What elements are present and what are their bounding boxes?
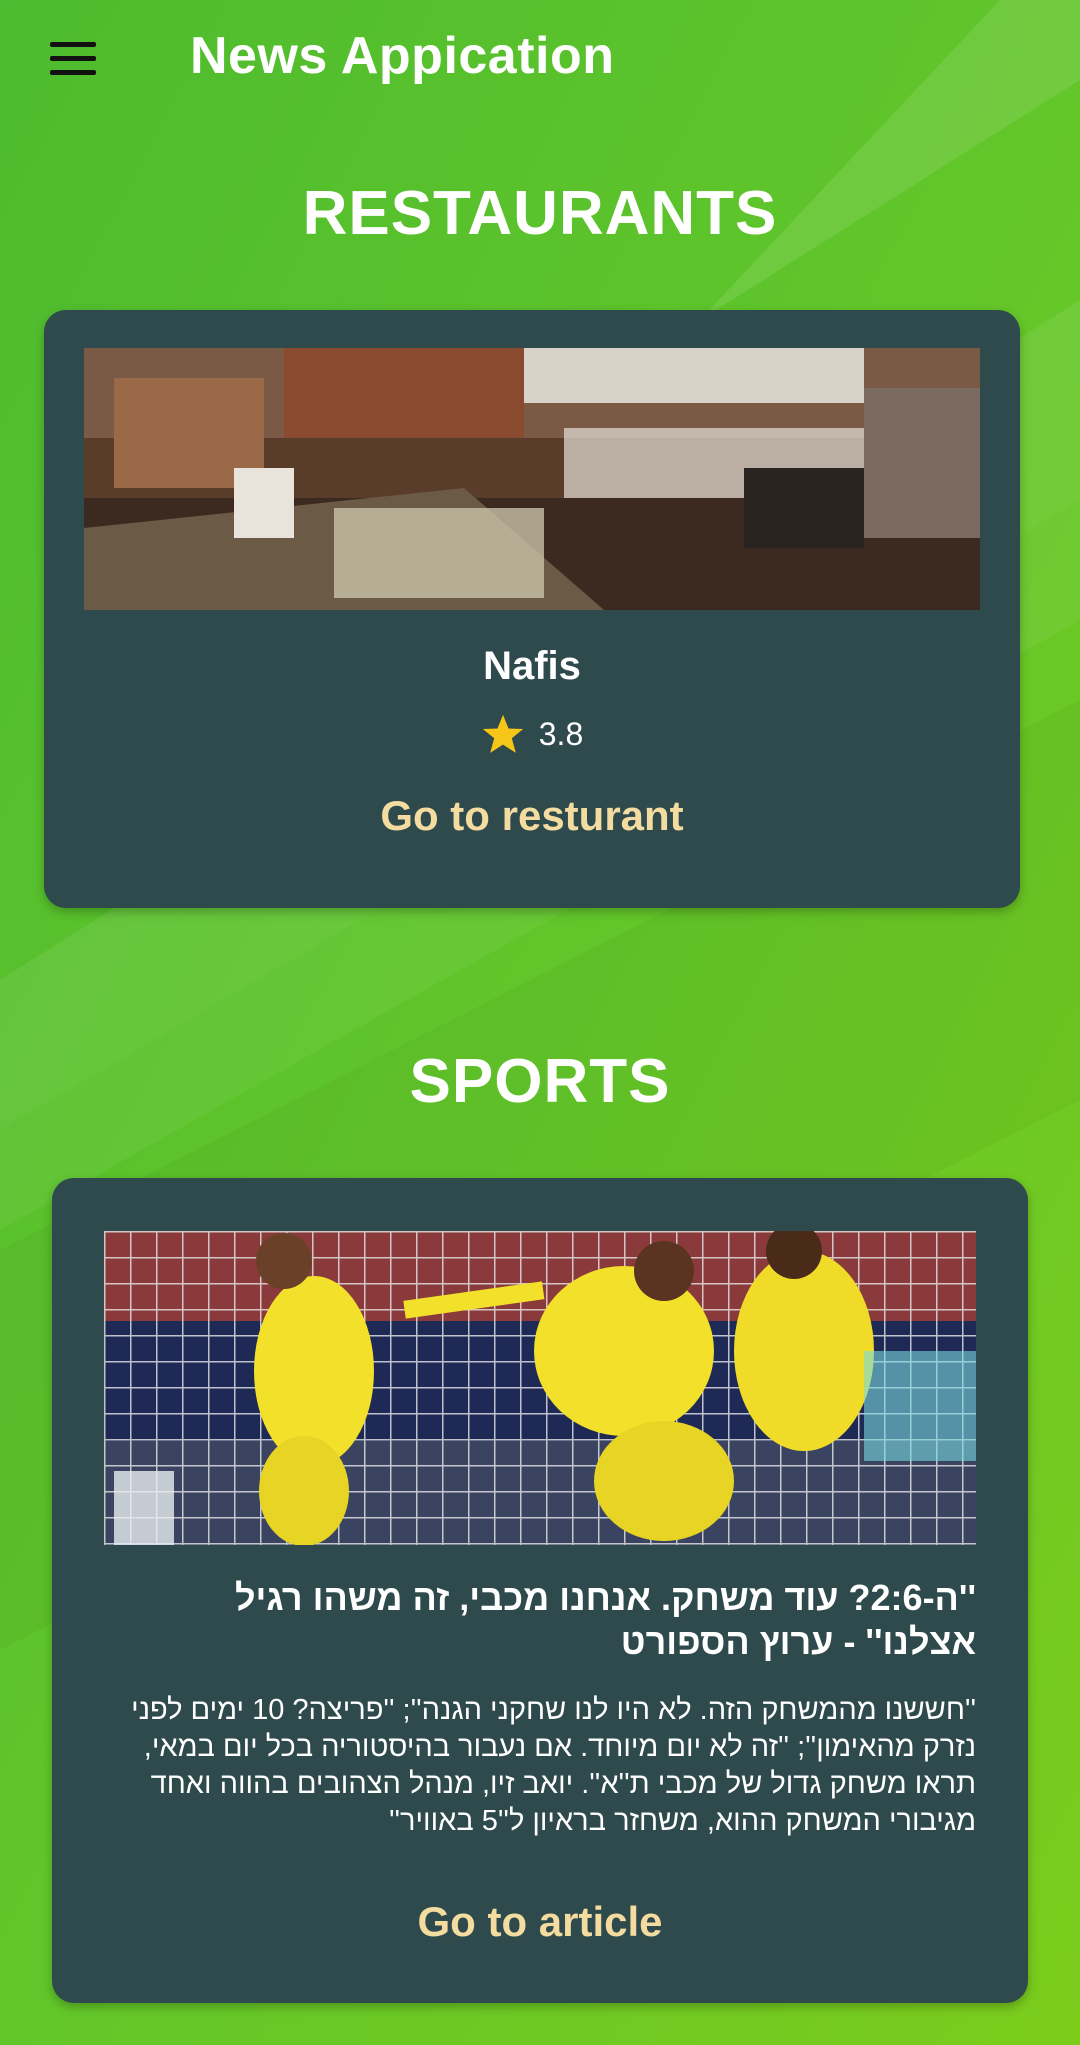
article-card: ''ה-2:6? עוד משחק. אנחנו מכבי, זה משהו ר… — [52, 1178, 1028, 2003]
restaurants-section-title: RESTAURANTS — [302, 179, 778, 248]
go-to-article-link[interactable]: Go to article — [52, 1898, 1028, 1946]
sports-section-title: SPORTS — [409, 1047, 671, 1116]
restaurant-card: Nafis 3.8 Go to resturant — [44, 310, 1020, 908]
restaurant-rating: 3.8 — [44, 710, 1020, 758]
restaurant-image — [84, 348, 980, 610]
article-summary: ''חששנו מהמשחק הזה. לא היו לנו שחקני הגנ… — [131, 1694, 976, 1837]
rating-value: 3.8 — [538, 715, 584, 752]
app-title: News Appication — [190, 27, 615, 85]
restaurant-name: Nafis — [483, 644, 581, 688]
menu-button[interactable] — [44, 34, 104, 84]
star-icon — [482, 714, 523, 753]
article-title: ''ה-2:6? עוד משחק. אנחנו מכבי, זה משהו ר… — [234, 1577, 976, 1662]
go-to-restaurant-link[interactable]: Go to resturant — [44, 792, 1020, 840]
app-bar: News Appication — [0, 0, 1080, 120]
article-image — [104, 1231, 976, 1545]
